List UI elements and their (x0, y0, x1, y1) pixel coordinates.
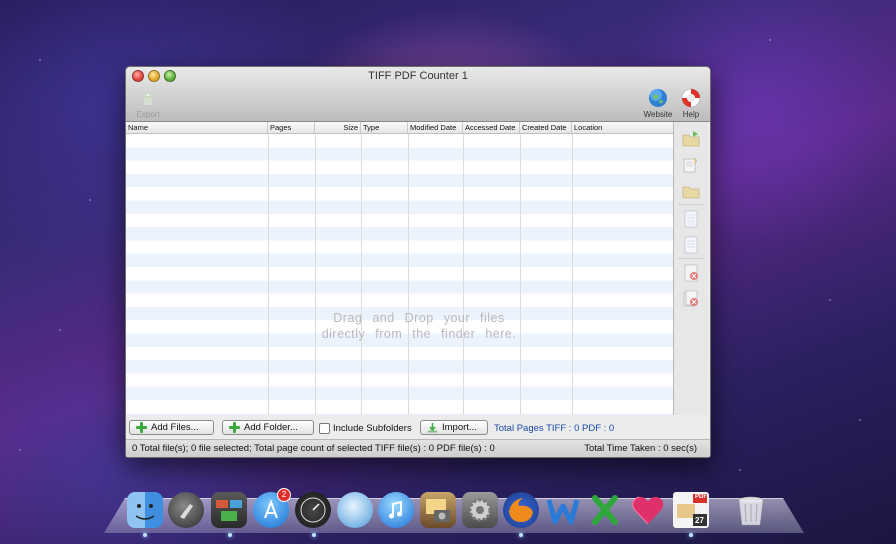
lifebuoy-icon (680, 87, 702, 109)
side-toolbar (674, 122, 708, 415)
app-store-badge: 2 (277, 488, 291, 502)
column-divider (463, 134, 464, 415)
word-icon[interactable] (545, 492, 581, 528)
column-divider (572, 134, 573, 415)
import-button[interactable]: Import... (420, 420, 488, 435)
running-indicator (143, 533, 147, 537)
pdf-label: PDF (695, 494, 707, 500)
excel-icon[interactable] (587, 492, 623, 528)
include-subfolders-checkbox[interactable]: Include Subfolders (319, 423, 412, 434)
status-time: Total Time Taken : 0 sec(s) (584, 443, 697, 454)
tiff-pdf-counter-icon[interactable]: PDF 27 (673, 492, 709, 528)
launchpad-icon[interactable] (168, 492, 204, 528)
add-files-label: Add Files... (151, 422, 199, 433)
drop-hint-line: Drag and Drop your files (333, 311, 505, 325)
total-pages-text: Total Pages TIFF : 0 PDF : 0 (494, 423, 615, 434)
page-icon[interactable] (682, 236, 700, 254)
add-folder-icon[interactable] (682, 130, 700, 148)
status-summary: 0 Total file(s); 0 file selected; Total … (132, 443, 495, 454)
column-header-created-date[interactable]: Created Date (520, 122, 572, 133)
plus-icon (229, 422, 240, 433)
status-bar: 0 Total file(s); 0 file selected; Total … (126, 439, 710, 457)
page-icon[interactable] (682, 210, 700, 228)
table-header: Name Pages Size Type Modified Date Acces… (126, 122, 673, 134)
trash-icon[interactable] (733, 492, 769, 528)
globe-icon (647, 87, 669, 109)
firefox-icon[interactable] (503, 492, 539, 528)
title-toolbar: TIFF PDF Counter 1 Export Website Help (126, 67, 710, 122)
checkbox-box[interactable] (319, 423, 330, 434)
column-header-size[interactable]: Size (315, 122, 361, 133)
column-divider (268, 134, 269, 415)
bottom-controls: Add Files... Add Folder... Include Subfo… (126, 417, 710, 439)
include-subfolders-label: Include Subfolders (333, 423, 412, 434)
export-label: Export (136, 110, 160, 119)
window-title: TIFF PDF Counter 1 (368, 70, 468, 82)
sidebar-divider (678, 204, 704, 205)
add-document-icon[interactable] (682, 156, 700, 174)
safari-icon[interactable] (337, 492, 373, 528)
running-indicator (519, 533, 523, 537)
column-divider (520, 134, 521, 415)
heart-app-icon[interactable] (630, 492, 666, 528)
system-preferences-icon[interactable] (462, 492, 498, 528)
table-rows[interactable] (126, 134, 673, 415)
column-header-accessed-date[interactable]: Accessed Date (463, 122, 520, 133)
import-icon (428, 423, 437, 433)
remove-all-icon[interactable] (682, 290, 700, 308)
column-header-type[interactable]: Type (361, 122, 408, 133)
column-header-name[interactable]: Name (126, 122, 268, 133)
column-header-pages[interactable]: Pages (268, 122, 315, 133)
column-divider (315, 134, 316, 415)
drop-hint-line: directly from the finder here. (321, 327, 517, 341)
add-folder-button[interactable]: Add Folder... (222, 420, 314, 435)
open-folder-icon[interactable] (682, 182, 700, 200)
drop-hint: Drag and Drop your files directly from t… (319, 310, 519, 342)
finder-icon[interactable] (127, 492, 163, 528)
itunes-icon[interactable] (378, 492, 414, 528)
mission-control-icon[interactable] (211, 492, 247, 528)
running-indicator (312, 533, 316, 537)
app-window: TIFF PDF Counter 1 Export Website Help N… (125, 66, 711, 458)
running-indicator (228, 533, 232, 537)
export-icon (137, 87, 159, 109)
add-folder-label: Add Folder... (244, 422, 298, 433)
export-button[interactable]: Export (128, 87, 168, 119)
add-files-button[interactable]: Add Files... (129, 420, 214, 435)
column-divider (361, 134, 362, 415)
plus-icon (136, 422, 147, 433)
column-divider (408, 134, 409, 415)
import-label: Import... (442, 422, 477, 433)
remove-file-icon[interactable] (682, 264, 700, 282)
app-store-icon[interactable]: 2 (253, 488, 291, 528)
file-table[interactable]: Name Pages Size Type Modified Date Acces… (126, 122, 674, 415)
sidebar-divider (678, 258, 704, 259)
running-indicator (689, 533, 693, 537)
help-button[interactable]: Help (671, 87, 710, 119)
website-label: Website (643, 110, 673, 119)
column-header-modified-date[interactable]: Modified Date (408, 122, 463, 133)
dashboard-icon[interactable] (295, 492, 331, 528)
calendar-day: 27 (695, 516, 704, 525)
iphoto-icon[interactable] (420, 492, 456, 528)
column-header-location[interactable]: Location (572, 122, 673, 133)
help-label: Help (682, 110, 700, 119)
